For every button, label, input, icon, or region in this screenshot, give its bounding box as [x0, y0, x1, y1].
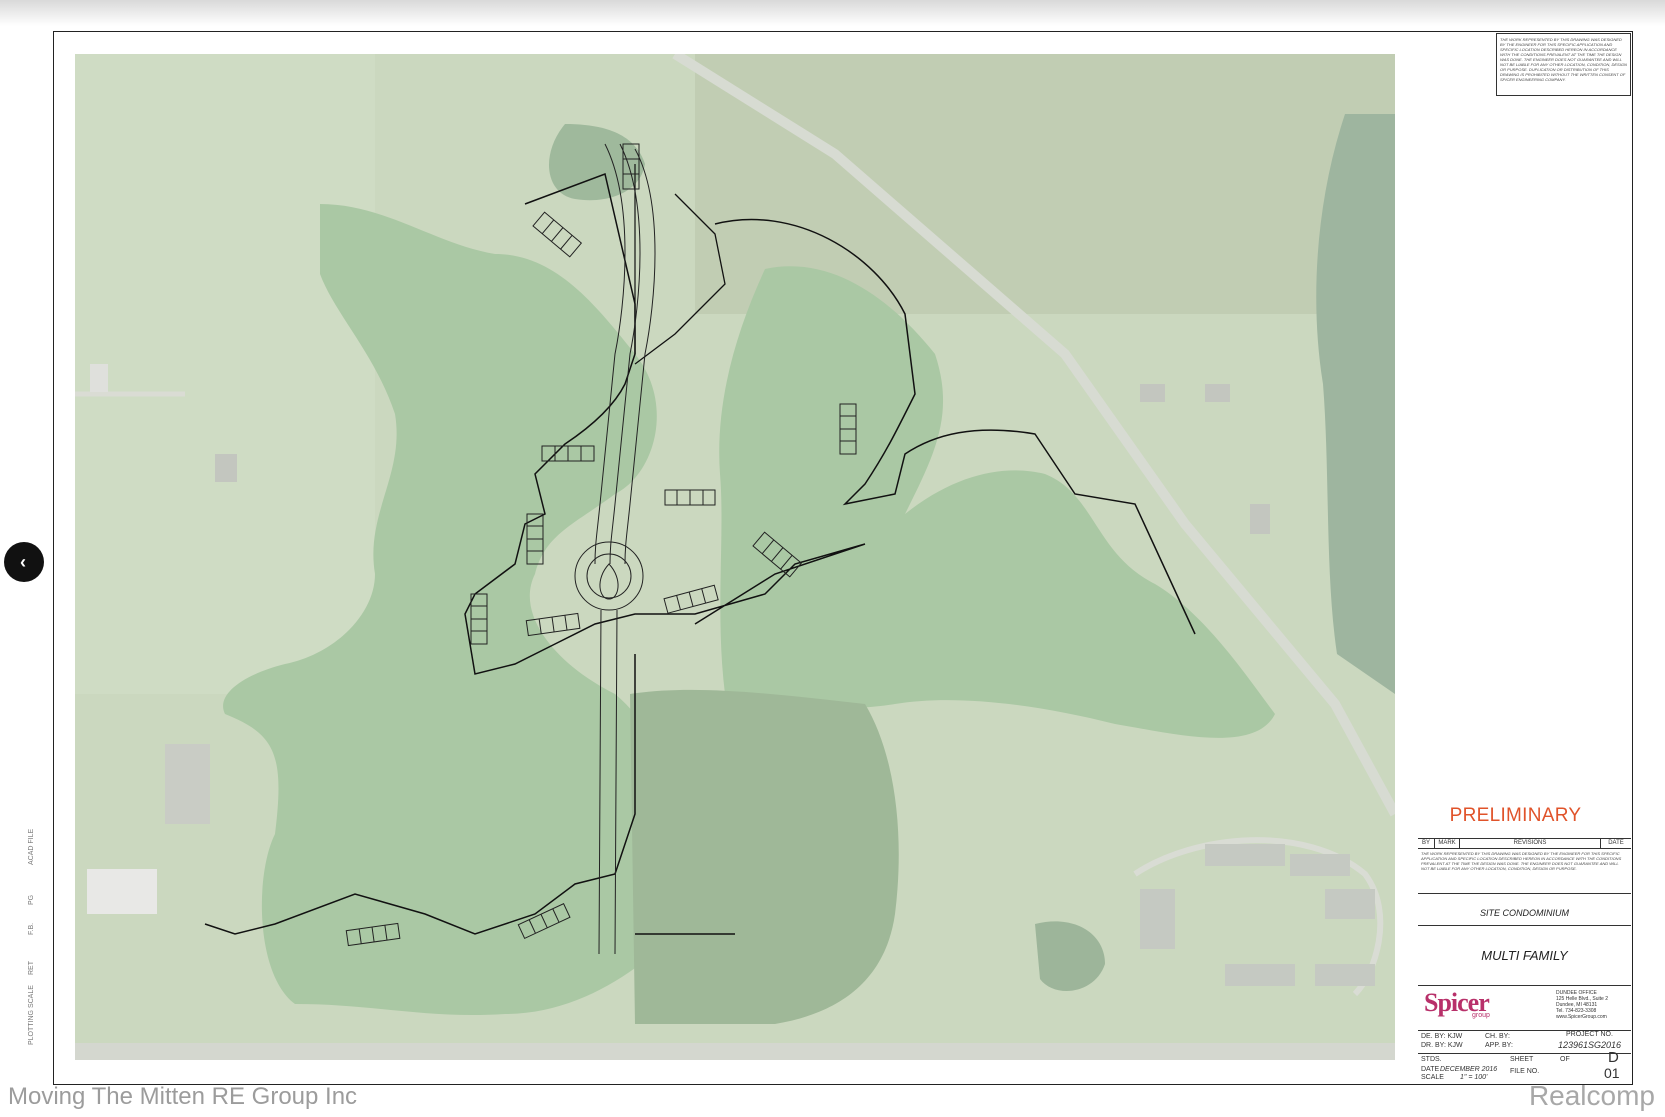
- field-file-no: FILE NO.: [1510, 1068, 1540, 1075]
- engineering-notice: THE WORK REPRESENTED BY THIS DRAWING WAS…: [1500, 37, 1627, 82]
- office-web: www.SpicerGroup.com: [1556, 1014, 1607, 1020]
- sheet-number: 01: [1604, 1065, 1620, 1081]
- field-stds: STDS.: [1421, 1056, 1442, 1063]
- realcomp-watermark: Realcomp: [1528, 1080, 1655, 1111]
- previous-image-button[interactable]: ‹: [4, 542, 44, 582]
- field-sheet-label: SHEET: [1510, 1056, 1534, 1063]
- listing-agent-watermark: Moving The Mitten RE Group Inc: [8, 1083, 358, 1110]
- revision-notice: THE WORK REPRESENTED BY THIS DRAWING WAS…: [1421, 851, 1622, 871]
- title-divider-2: [1418, 925, 1631, 926]
- field-app-by: APP. BY:: [1485, 1042, 1513, 1049]
- field-scale-value: 1" = 100': [1460, 1074, 1488, 1081]
- revisions-header: BY MARK REVISIONS DATE: [1418, 839, 1631, 849]
- logo-sub: group: [1472, 1012, 1490, 1019]
- sheet-title: MULTI FAMILY: [1481, 948, 1568, 963]
- side-label-plotting-scale: PLOTTING SCALE: [28, 985, 35, 1045]
- preliminary-label: PRELIMINARY: [1449, 805, 1582, 826]
- revisions-table: BY MARK REVISIONS DATE THE WORK REPRESEN…: [1418, 838, 1631, 894]
- aerial-site-plan: [75, 54, 1395, 1060]
- title-divider-5: [1418, 1053, 1631, 1054]
- side-label-fb: F.B.: [28, 922, 35, 935]
- rev-col-by: BY: [1418, 839, 1435, 848]
- side-label-ret: RET: [28, 961, 35, 975]
- top-shadow: [0, 0, 1665, 26]
- field-dr-by: DR. BY: KJW: [1421, 1042, 1463, 1049]
- side-label-pg: PG: [28, 894, 35, 905]
- field-of-label: OF: [1560, 1056, 1570, 1063]
- sheet-letter: D: [1608, 1049, 1619, 1066]
- field-de-by: DE. BY: KJW: [1421, 1033, 1463, 1040]
- rev-col-date: DATE: [1608, 840, 1624, 846]
- office-info: DUNDEE OFFICE 125 Helle Blvd., Suite 2 D…: [1556, 990, 1632, 1020]
- chevron-left-icon: ‹: [20, 552, 26, 572]
- project-no-label: PROJECT NO.: [1566, 1031, 1613, 1038]
- spicer-group-logo: Spicer group: [1424, 990, 1506, 1024]
- side-labels: PLOTTING SCALE RET F.B. PG ACAD FILE: [28, 829, 58, 1060]
- project-type: SITE CONDOMINIUM: [1480, 908, 1569, 918]
- field-date-value: DECEMBER 2016: [1440, 1066, 1498, 1073]
- field-date-label: DATE: [1421, 1066, 1440, 1073]
- side-label-acad-file: ACAD FILE: [28, 828, 35, 865]
- field-scale-label: SCALE: [1421, 1074, 1444, 1081]
- rev-col-revisions: REVISIONS: [1460, 839, 1601, 848]
- title-divider-1: [1418, 893, 1631, 894]
- title-divider-3: [1418, 985, 1631, 986]
- rev-col-mark: MARK: [1435, 839, 1460, 848]
- engineering-notice-box: THE WORK REPRESENTED BY THIS DRAWING WAS…: [1496, 33, 1631, 96]
- field-ch-by: CH. BY:: [1485, 1033, 1510, 1040]
